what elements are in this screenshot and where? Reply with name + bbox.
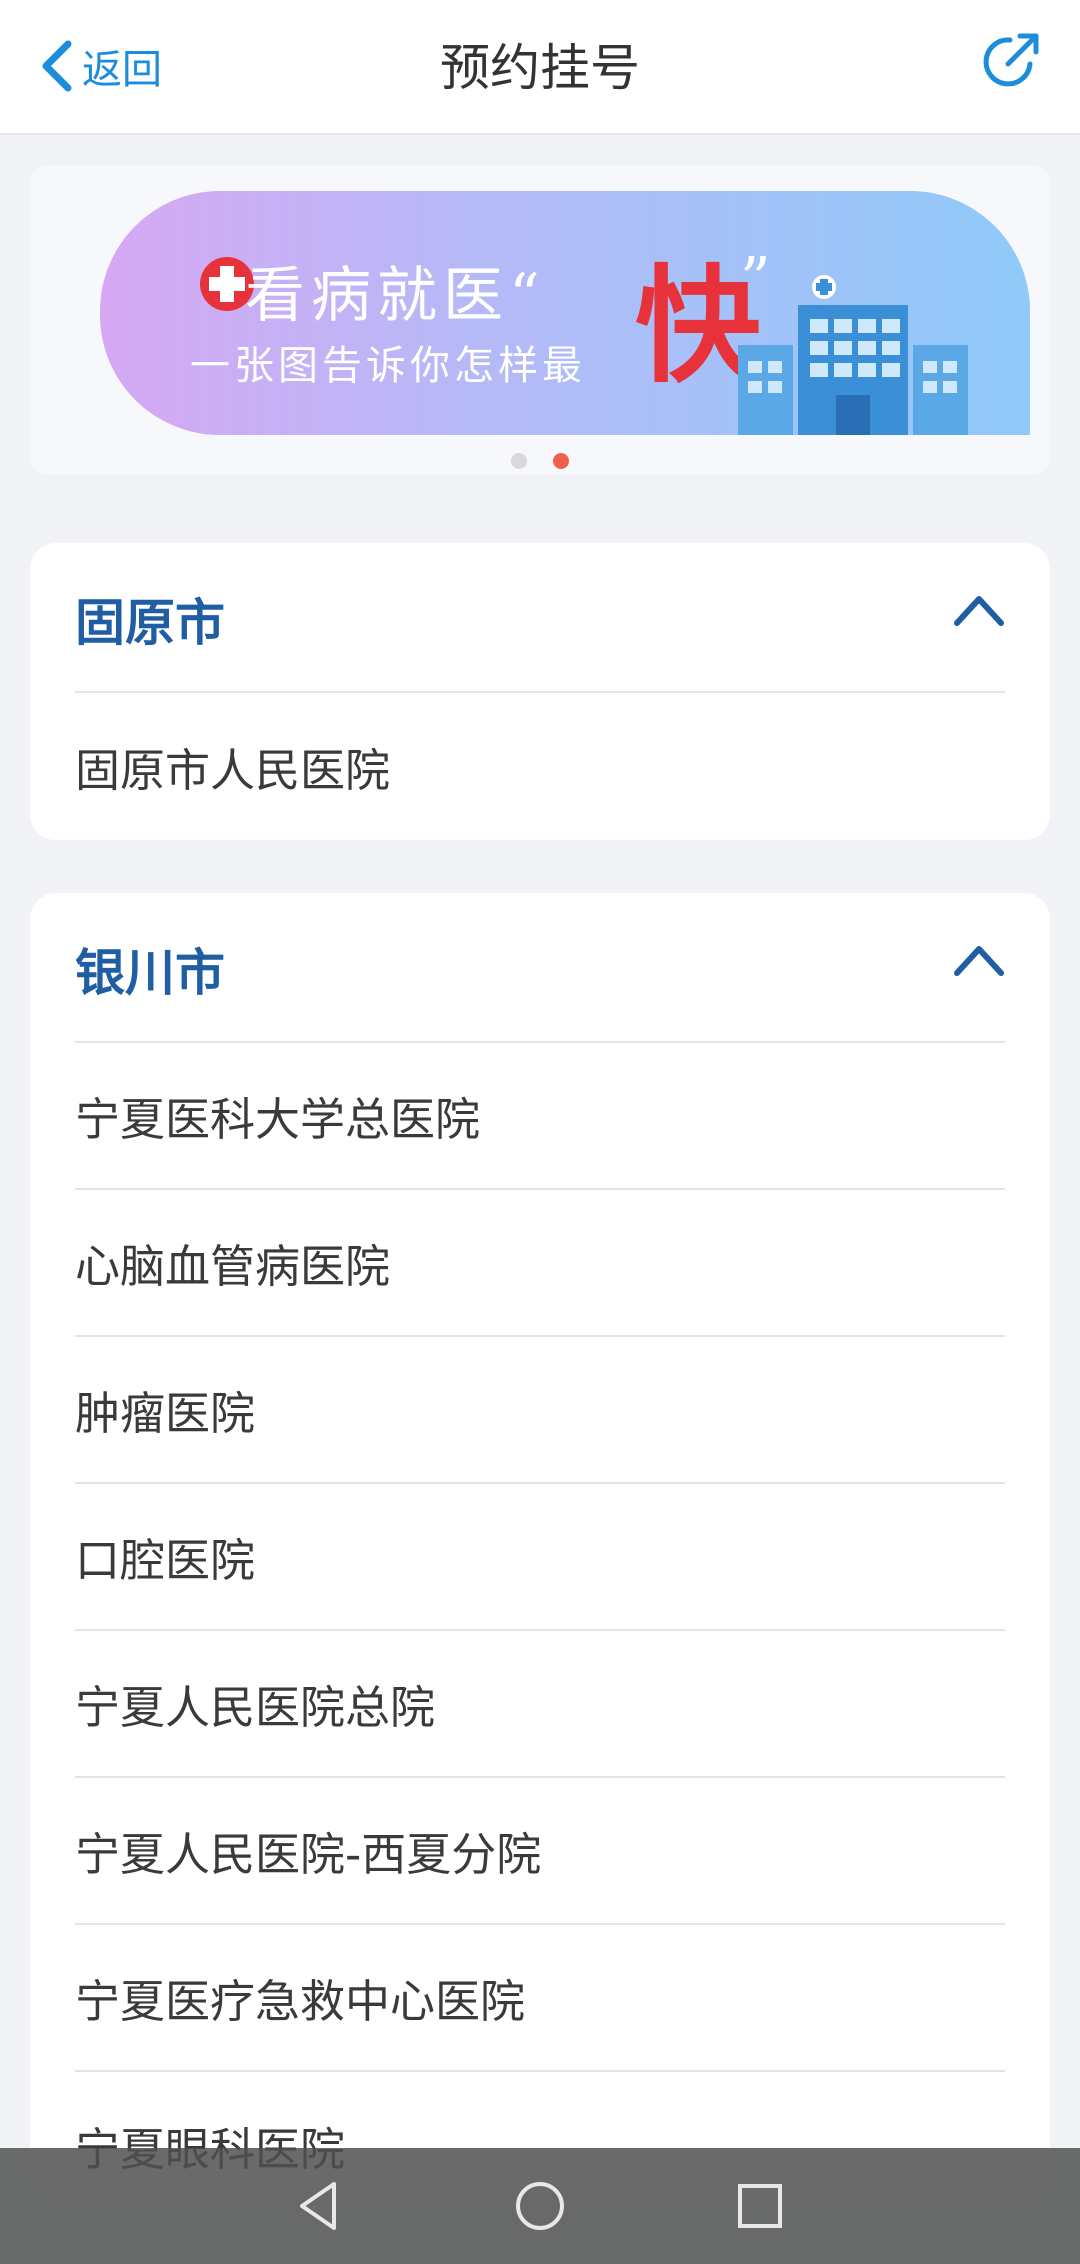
chevron-up-icon[interactable] <box>953 935 1005 987</box>
hospital-item[interactable]: 宁夏医疗急救中心医院 <box>75 1925 1005 2072</box>
hospital-item[interactable]: 宁夏人民医院-西夏分院 <box>75 1778 1005 1925</box>
city-title: 银川市 <box>75 944 225 1002</box>
hospital-building-icon <box>738 275 968 435</box>
banner-subline: 一张图告诉你怎样最 <box>190 343 586 389</box>
banner-headline: 看病就医“ <box>245 247 546 334</box>
carousel-dot-2[interactable] <box>553 453 569 469</box>
city-section-header[interactable]: 固原市 <box>75 543 1005 693</box>
carousel-dot-1[interactable] <box>511 453 527 469</box>
back-triangle-icon[interactable] <box>290 2176 350 2236</box>
promo-banner[interactable]: 看病就医“ 快 ” 一张图告诉你怎样最 <box>30 165 1050 475</box>
carousel-indicator <box>30 453 1050 469</box>
hospital-item[interactable]: 宁夏医科大学总医院 <box>75 1043 1005 1190</box>
recents-square-icon[interactable] <box>730 2176 790 2236</box>
share-icon <box>983 33 1039 87</box>
system-navigation-bar <box>0 2148 1080 2264</box>
home-circle-icon[interactable] <box>510 2176 570 2236</box>
hospital-item[interactable]: 心脑血管病医院 <box>75 1190 1005 1337</box>
hospital-item[interactable]: 固原市人民医院 <box>75 693 1005 840</box>
share-button[interactable] <box>980 28 1044 92</box>
banner-headline-text: 看病就医“ <box>245 261 546 331</box>
hospital-item[interactable]: 宁夏人民医院总院 <box>75 1631 1005 1778</box>
top-navigation-bar: 返回 预约挂号 <box>0 0 1080 135</box>
hospital-item[interactable]: 口腔医院 <box>75 1484 1005 1631</box>
city-section-guyuan: 固原市 固原市人民医院 <box>30 543 1050 840</box>
city-section-yinchuan: 银川市 宁夏医科大学总医院 心脑血管病医院 肿瘤医院 口腔医院 宁夏人民医院总院… <box>30 893 1050 2193</box>
city-title: 固原市 <box>75 594 225 652</box>
chevron-up-icon[interactable] <box>953 585 1005 637</box>
hospital-item[interactable]: 肿瘤医院 <box>75 1337 1005 1484</box>
city-section-header[interactable]: 银川市 <box>75 893 1005 1043</box>
page-title: 预约挂号 <box>440 39 640 97</box>
